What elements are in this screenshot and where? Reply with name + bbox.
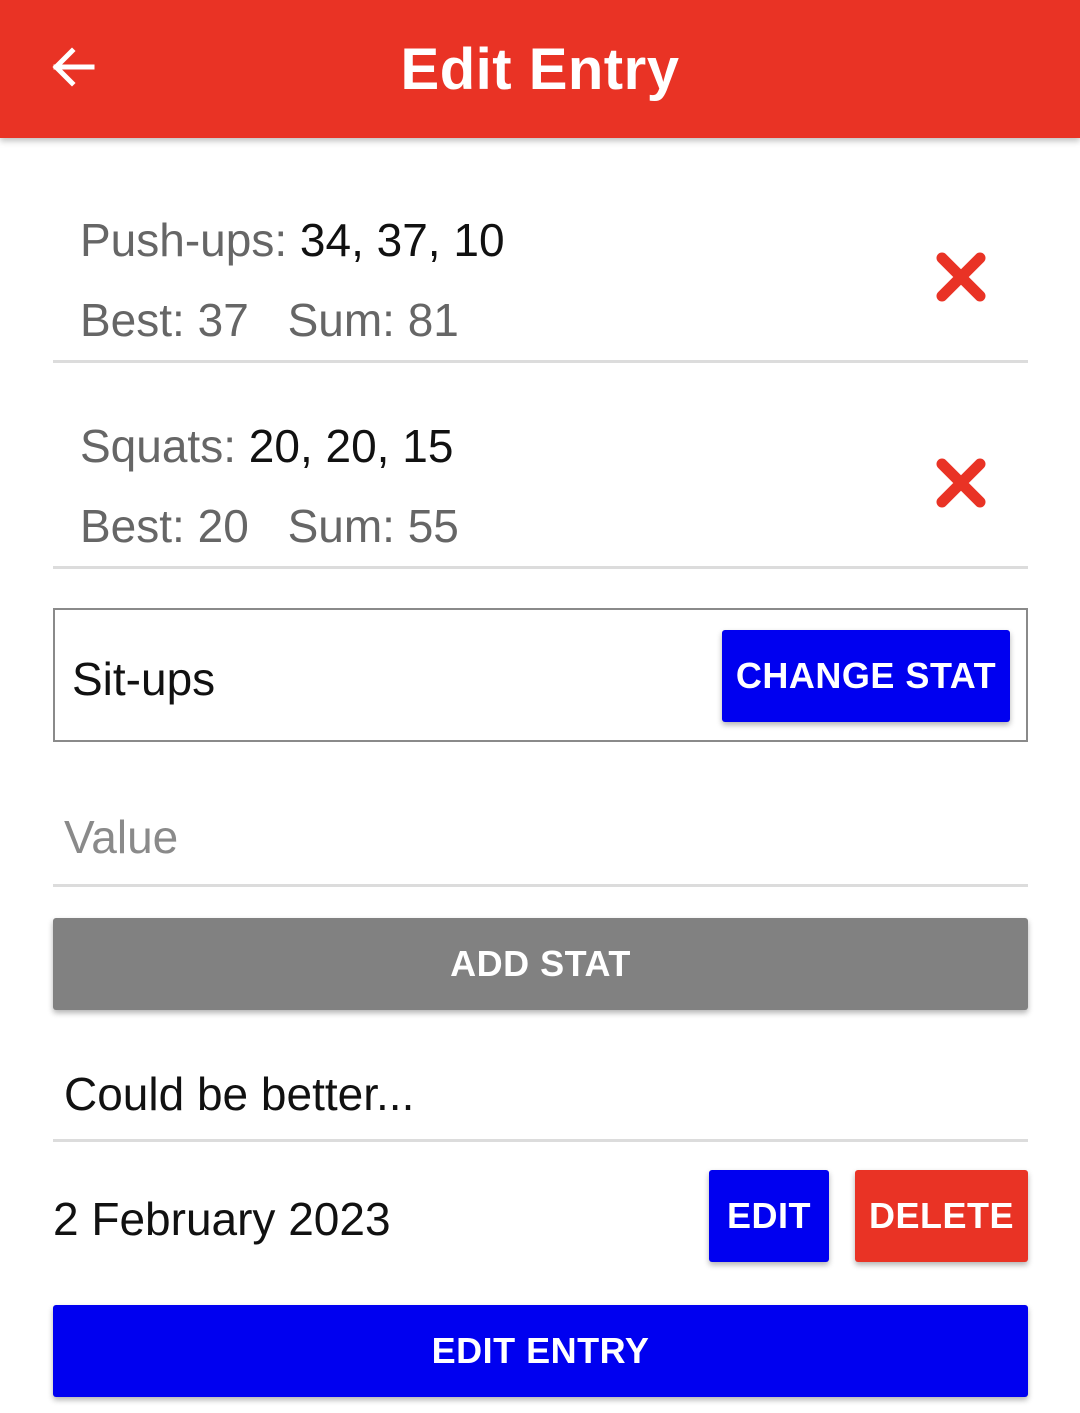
stat-values: 34, 37, 10 [299, 214, 505, 266]
sum-value: 81 [407, 294, 459, 346]
comment-field[interactable]: Could be better... [53, 1045, 1028, 1142]
best-value: 20 [197, 500, 249, 552]
stat-values: 20, 20, 15 [248, 420, 454, 472]
sum-label: Sum: [287, 294, 395, 346]
remove-stat-icon[interactable] [934, 250, 988, 304]
stat-name-line: Push-ups: 34, 37, 10 [80, 213, 505, 267]
stat-summary-line: Best: 37 Sum: 81 [80, 293, 459, 347]
value-input[interactable] [53, 790, 1028, 887]
best-label: Best: [80, 294, 185, 346]
best-label: Best: [80, 500, 185, 552]
best-value: 37 [197, 294, 249, 346]
delete-button[interactable]: DELETE [855, 1170, 1028, 1262]
stat-name: Squats: [80, 420, 236, 472]
stat-row: Squats: 20, 20, 15 Best: 20 Sum: 55 [53, 361, 1028, 569]
stat-picker: Sit-ups CHANGE STAT [53, 608, 1028, 742]
app-bar: Edit Entry [0, 0, 1080, 138]
page-title: Edit Entry [400, 37, 680, 102]
edit-entry-button[interactable]: EDIT ENTRY [53, 1305, 1028, 1397]
stat-summary-line: Best: 20 Sum: 55 [80, 499, 459, 553]
comment-text: Could be better... [64, 1068, 415, 1120]
add-stat-button[interactable]: ADD STAT [53, 918, 1028, 1010]
sum-value: 55 [407, 500, 459, 552]
stat-name: Push-ups: [80, 214, 288, 266]
stat-name-line: Squats: 20, 20, 15 [80, 419, 453, 473]
change-stat-button[interactable]: CHANGE STAT [722, 630, 1010, 722]
stat-row: Push-ups: 34, 37, 10 Best: 37 Sum: 81 [53, 155, 1028, 363]
edit-date-button[interactable]: EDIT [709, 1170, 829, 1262]
entry-date: 2 February 2023 [53, 1193, 391, 1245]
remove-stat-icon[interactable] [934, 456, 988, 510]
selected-stat: Sit-ups [72, 653, 216, 705]
sum-label: Sum: [287, 500, 395, 552]
